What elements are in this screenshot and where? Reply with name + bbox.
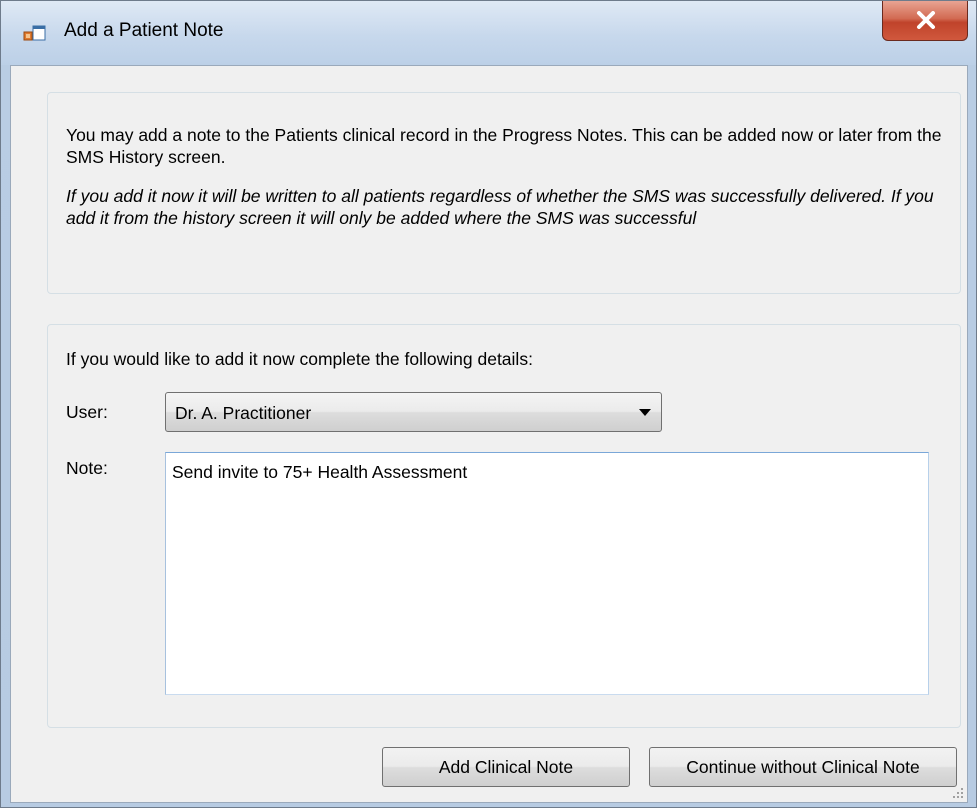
info-italic-text: If you add it now it will be written to …	[66, 186, 934, 228]
continue-without-clinical-note-button[interactable]: Continue without Clinical Note	[649, 747, 957, 787]
app-window-icon	[23, 22, 47, 46]
user-select-value: Dr. A. Practitioner	[175, 403, 312, 423]
close-button[interactable]	[882, 1, 968, 41]
dialog-client-area: You may add a note to the Patients clini…	[10, 65, 968, 803]
form-panel: If you would like to add it now complete…	[47, 324, 961, 728]
note-textarea[interactable]: Send invite to 75+ Health Assessment	[165, 452, 929, 695]
note-label: Note:	[66, 458, 108, 478]
dialog-window: Add a Patient Note You may add a note to…	[0, 0, 977, 808]
info-text: You may add a note to the Patients clini…	[66, 125, 942, 167]
user-label: User:	[66, 402, 108, 422]
resize-grip-icon[interactable]	[950, 785, 964, 799]
note-textarea-value: Send invite to 75+ Health Assessment	[172, 462, 468, 482]
add-clinical-note-button[interactable]: Add Clinical Note	[382, 747, 630, 787]
close-icon	[917, 11, 935, 29]
window-title: Add a Patient Note	[64, 20, 224, 41]
user-select[interactable]: Dr. A. Practitioner	[165, 392, 662, 432]
info-panel: You may add a note to the Patients clini…	[47, 92, 961, 294]
form-intro-label: If you would like to add it now complete…	[66, 349, 533, 369]
chevron-down-icon	[639, 409, 651, 416]
title-bar[interactable]: Add a Patient Note	[1, 1, 976, 65]
